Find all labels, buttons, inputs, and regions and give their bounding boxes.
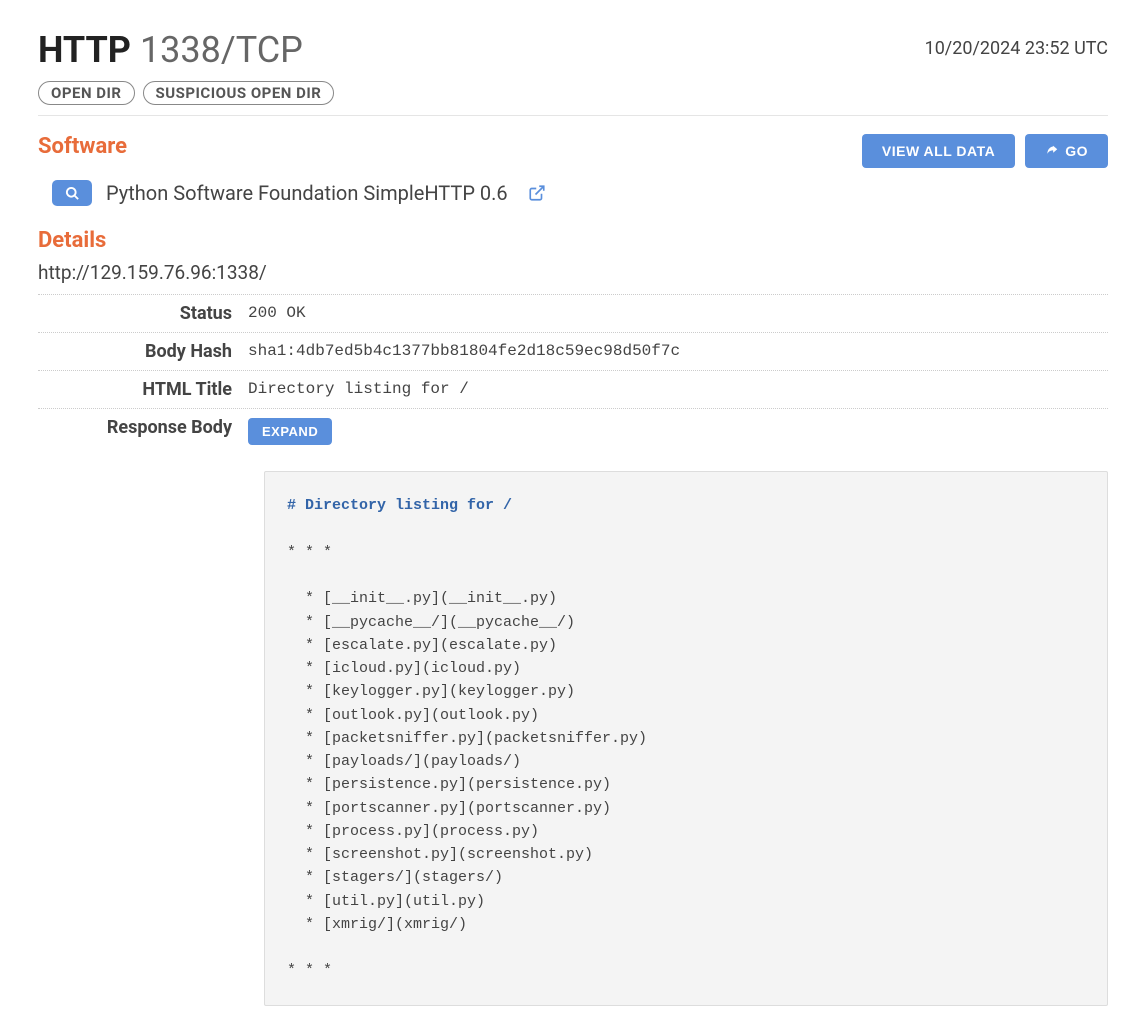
detail-row-response-body: Response Body EXPAND bbox=[38, 408, 1108, 453]
go-button[interactable]: GO bbox=[1025, 134, 1108, 168]
go-label: GO bbox=[1065, 143, 1088, 159]
details-url: http://129.159.76.96:1338/ bbox=[38, 261, 1108, 284]
expand-label: EXPAND bbox=[262, 424, 318, 439]
detail-row-status: Status 200 OK bbox=[38, 294, 1108, 332]
view-all-data-label: VIEW ALL DATA bbox=[882, 143, 995, 159]
detail-label-html-title: HTML Title bbox=[38, 379, 248, 400]
port-transport: 1338/TCP bbox=[140, 29, 303, 71]
software-section-row: Software VIEW ALL DATA GO bbox=[38, 134, 1108, 168]
button-group: VIEW ALL DATA GO bbox=[862, 134, 1108, 168]
tag-row: OPEN DIR SUSPICIOUS OPEN DIR bbox=[38, 81, 334, 105]
detail-row-body-hash: Body Hash sha1:4db7ed5b4c1377bb81804fe2d… bbox=[38, 332, 1108, 370]
response-body-code: # Directory listing for / * * * * [__ini… bbox=[264, 471, 1108, 1005]
detail-label-body-hash: Body Hash bbox=[38, 341, 248, 362]
view-all-data-button[interactable]: VIEW ALL DATA bbox=[862, 134, 1015, 168]
details-section: Details http://129.159.76.96:1338/ Statu… bbox=[38, 228, 1108, 1005]
title-block: HTTP 1338/TCP OPEN DIR SUSPICIOUS OPEN DI… bbox=[38, 30, 334, 105]
detail-label-response-body: Response Body bbox=[38, 417, 248, 438]
search-icon bbox=[65, 186, 80, 201]
detail-value-html-title: Directory listing for / bbox=[248, 379, 1108, 398]
software-heading: Software bbox=[38, 134, 127, 159]
divider bbox=[38, 115, 1108, 116]
detail-value-status: 200 OK bbox=[248, 303, 1108, 322]
detail-row-html-title: HTML Title Directory listing for / bbox=[38, 370, 1108, 408]
detail-value-body-hash: sha1:4db7ed5b4c1377bb81804fe2d18c59ec98d… bbox=[248, 341, 1108, 360]
expand-button[interactable]: EXPAND bbox=[248, 418, 332, 445]
details-table: Status 200 OK Body Hash sha1:4db7ed5b4c1… bbox=[38, 294, 1108, 453]
software-row: Python Software Foundation SimpleHTTP 0.… bbox=[52, 180, 1108, 206]
header-row: HTTP 1338/TCP OPEN DIR SUSPICIOUS OPEN DI… bbox=[38, 30, 1108, 105]
tag[interactable]: SUSPICIOUS OPEN DIR bbox=[143, 81, 335, 105]
software-name: Python Software Foundation SimpleHTTP 0.… bbox=[106, 181, 508, 205]
protocol: HTTP bbox=[38, 29, 131, 71]
search-badge-button[interactable] bbox=[52, 180, 92, 206]
detail-value-response-body: EXPAND bbox=[248, 417, 1108, 445]
details-heading: Details bbox=[38, 228, 1108, 253]
timestamp: 10/20/2024 23:52 UTC bbox=[925, 30, 1108, 59]
detail-label-status: Status bbox=[38, 303, 248, 324]
external-link-button[interactable] bbox=[528, 184, 546, 202]
tag[interactable]: OPEN DIR bbox=[38, 81, 135, 105]
share-arrow-icon bbox=[1045, 144, 1059, 158]
external-link-icon bbox=[528, 184, 546, 202]
page-title: HTTP 1338/TCP bbox=[38, 30, 334, 71]
